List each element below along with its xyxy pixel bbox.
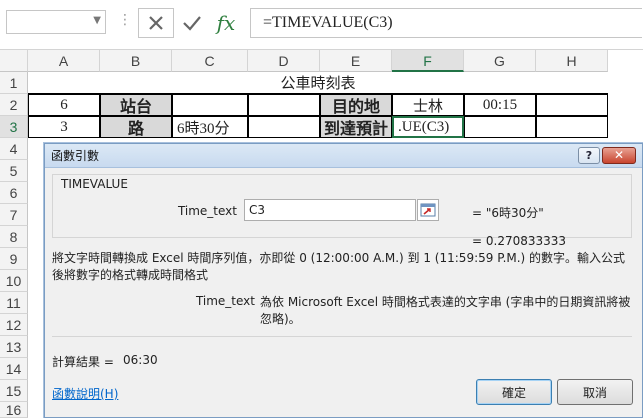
cell-g2[interactable]: 00:15 bbox=[464, 94, 536, 116]
row-header-16[interactable]: 16 bbox=[0, 402, 28, 418]
divider bbox=[52, 336, 632, 337]
cell-b3[interactable]: 路 bbox=[100, 116, 172, 138]
result-value: 06:30 bbox=[123, 353, 158, 367]
grip-icon[interactable]: ⋮ bbox=[118, 12, 133, 28]
row-header-14[interactable]: 14 bbox=[0, 358, 28, 380]
cell-f2[interactable]: 士林 bbox=[392, 94, 464, 116]
cell-f3-active[interactable]: .UE(C3) bbox=[392, 116, 464, 138]
row-header-12[interactable]: 12 bbox=[0, 314, 28, 336]
row-header-5[interactable]: 5 bbox=[0, 160, 28, 182]
chevron-down-icon[interactable]: ▼ bbox=[93, 15, 101, 26]
col-header-c[interactable]: C bbox=[172, 50, 248, 72]
cell-e3[interactable]: 到達預計 bbox=[320, 116, 392, 138]
cell-h3[interactable] bbox=[536, 116, 608, 138]
cell-c2[interactable] bbox=[172, 94, 248, 116]
select-all-corner[interactable] bbox=[0, 50, 28, 72]
col-header-e[interactable]: E bbox=[320, 50, 392, 72]
row-header-9[interactable]: 9 bbox=[0, 248, 28, 270]
function-evaluated-value: = 0.270833333 bbox=[472, 234, 567, 248]
arg-label: Time_text bbox=[177, 204, 237, 218]
x-icon bbox=[149, 16, 163, 30]
col-header-g[interactable]: G bbox=[464, 50, 536, 72]
col-header-f[interactable]: F bbox=[392, 50, 464, 72]
col-header-h[interactable]: H bbox=[536, 50, 608, 72]
time-text-input[interactable]: C3 bbox=[244, 199, 416, 221]
name-box[interactable]: ▼ bbox=[6, 10, 106, 34]
function-arguments-dialog: 函數引數 ? ✕ TIMEVALUE Time_text C3 = "6時30分… bbox=[44, 143, 643, 418]
cell-c3[interactable]: 6時30分 bbox=[172, 116, 248, 138]
row-header-1[interactable]: 1 bbox=[0, 72, 28, 94]
enter-button[interactable] bbox=[174, 8, 210, 38]
cell-h2[interactable] bbox=[536, 94, 608, 116]
row-header-3[interactable]: 3 bbox=[0, 116, 28, 138]
row-header-2[interactable]: 2 bbox=[0, 94, 28, 116]
function-name: TIMEVALUE bbox=[59, 177, 130, 191]
arg-description-name: Time_text bbox=[195, 294, 255, 308]
cell-a2[interactable]: 6 bbox=[28, 94, 100, 116]
cancel-entry-button[interactable] bbox=[138, 8, 174, 38]
row-header-4[interactable]: 4 bbox=[0, 138, 28, 160]
result-label: 計算結果 = bbox=[52, 355, 114, 369]
dialog-help-button[interactable]: ? bbox=[578, 147, 600, 164]
arg-evaluated-value: = "6時30分" bbox=[472, 206, 544, 220]
ok-button[interactable]: 確定 bbox=[476, 379, 552, 405]
cell-a3[interactable]: 3 bbox=[28, 116, 100, 138]
cell-b2[interactable]: 站台 bbox=[100, 94, 172, 116]
check-icon bbox=[183, 16, 201, 31]
range-select-icon bbox=[420, 203, 436, 217]
insert-function-button[interactable]: fx bbox=[208, 8, 244, 38]
cell-e2[interactable]: 目的地 bbox=[320, 94, 392, 116]
formula-bar: ▼ ⋮ fx =TIMEVALUE(C3) bbox=[0, 0, 643, 50]
cell-d2[interactable] bbox=[248, 94, 320, 116]
row-header-8[interactable]: 8 bbox=[0, 226, 28, 248]
formula-input[interactable]: =TIMEVALUE(C3) bbox=[250, 8, 642, 38]
row-header-10[interactable]: 10 bbox=[0, 270, 28, 292]
title-cell[interactable]: 公車時刻表 bbox=[28, 72, 608, 94]
function-help-link[interactable]: 函數說明(H) bbox=[52, 385, 118, 402]
collapse-dialog-button[interactable] bbox=[417, 199, 439, 221]
dialog-title[interactable]: 函數引數 bbox=[45, 144, 642, 168]
row-header-11[interactable]: 11 bbox=[0, 292, 28, 314]
col-header-d[interactable]: D bbox=[248, 50, 320, 72]
arg-description: 為依 Microsoft Excel 時間格式表達的文字串 (字串中的日期資訊將… bbox=[260, 295, 631, 326]
row-header-13[interactable]: 13 bbox=[0, 336, 28, 358]
col-header-a[interactable]: A bbox=[28, 50, 100, 72]
row-header-15[interactable]: 15 bbox=[0, 380, 28, 402]
row-header-7[interactable]: 7 bbox=[0, 204, 28, 226]
row-header-6[interactable]: 6 bbox=[0, 182, 28, 204]
cancel-button[interactable]: 取消 bbox=[557, 379, 633, 405]
cell-g3[interactable] bbox=[464, 116, 536, 138]
function-description: 將文字時間轉換成 Excel 時間序列值，亦即從 0 (12:00:00 A.M… bbox=[52, 251, 626, 282]
cell-d3[interactable] bbox=[248, 116, 320, 138]
col-header-b[interactable]: B bbox=[100, 50, 172, 72]
dialog-close-button[interactable]: ✕ bbox=[602, 147, 636, 164]
